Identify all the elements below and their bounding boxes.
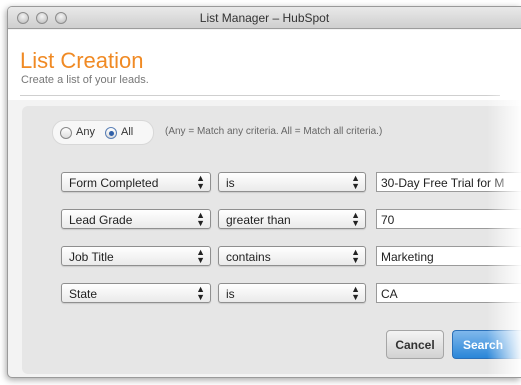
value-input[interactable]: Marketing: [376, 246, 521, 266]
select-arrows-icon: ▲ ▼: [196, 173, 205, 191]
select-arrows-icon: ▲ ▼: [196, 210, 205, 228]
select-arrows-icon: ▲ ▼: [351, 284, 360, 302]
search-button[interactable]: Search: [452, 330, 521, 359]
criteria-row: Job Title ▲ ▼ contains ▲ ▼ Marketing: [22, 246, 521, 266]
operator-select[interactable]: greater than ▲ ▼: [218, 209, 366, 229]
select-arrows-icon: ▲ ▼: [351, 173, 360, 191]
criteria-panel: Any All (Any = Match any criteria. All =…: [22, 106, 521, 374]
criteria-row: State ▲ ▼ is ▲ ▼ CA: [22, 283, 521, 303]
field-select-value: State: [69, 287, 98, 301]
field-select[interactable]: Job Title ▲ ▼: [61, 246, 211, 266]
page-subtitle: Create a list of your leads.: [21, 74, 149, 86]
match-all-radio[interactable]: [105, 127, 117, 139]
criteria-row: Form Completed ▲ ▼ is ▲ ▼ 30-Day Free Tria…: [22, 172, 521, 192]
field-select-value: Lead Grade: [69, 213, 133, 227]
operator-select[interactable]: is ▲ ▼: [218, 283, 366, 303]
select-arrows-icon: ▲ ▼: [196, 284, 205, 302]
select-arrows-icon: ▲ ▼: [351, 210, 360, 228]
page-header: List Creation Create a list of your lead…: [8, 30, 521, 100]
operator-select-value: is: [226, 287, 235, 301]
match-any-label[interactable]: Any: [76, 126, 95, 138]
match-all-label[interactable]: All: [121, 126, 133, 138]
operator-select[interactable]: is ▲ ▼: [218, 172, 366, 192]
operator-select-value: greater than: [226, 213, 291, 227]
operator-select-value: is: [226, 176, 235, 190]
operator-select-value: contains: [226, 250, 271, 264]
criteria-row: Lead Grade ▲ ▼ greater than ▲ ▼ 70: [22, 209, 521, 229]
header-divider: [20, 95, 500, 96]
field-select-value: Form Completed: [69, 176, 159, 190]
title-bar: List Manager – HubSpot: [8, 7, 521, 29]
field-select-value: Job Title: [69, 250, 114, 264]
value-input[interactable]: CA: [376, 283, 521, 303]
value-input[interactable]: 30-Day Free Trial for M: [376, 172, 521, 192]
window-title: List Manager – HubSpot: [199, 11, 330, 25]
match-any-radio[interactable]: [60, 127, 72, 139]
match-mode-toggle: Any All: [52, 120, 154, 145]
match-help-text: (Any = Match any criteria. All = Match a…: [165, 126, 383, 137]
field-select[interactable]: Lead Grade ▲ ▼: [61, 209, 211, 229]
page-title: List Creation: [20, 48, 144, 73]
field-select[interactable]: State ▲ ▼: [61, 283, 211, 303]
select-arrows-icon: ▲ ▼: [351, 247, 360, 265]
value-input[interactable]: 70: [376, 209, 521, 229]
field-select[interactable]: Form Completed ▲ ▼: [61, 172, 211, 192]
operator-select[interactable]: contains ▲ ▼: [218, 246, 366, 266]
select-arrows-icon: ▲ ▼: [196, 247, 205, 265]
app-window: List Manager – HubSpot List Creation Cre…: [7, 6, 521, 378]
cancel-button[interactable]: Cancel: [386, 330, 444, 359]
